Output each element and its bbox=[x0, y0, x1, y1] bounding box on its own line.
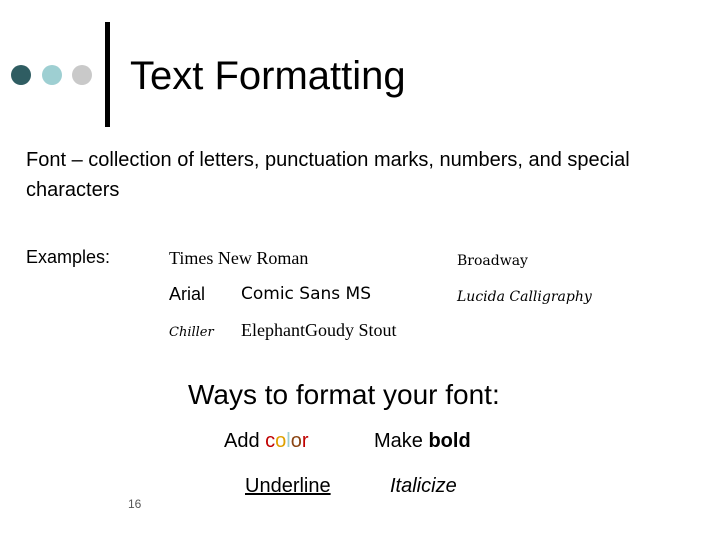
add-color-item: Add color bbox=[224, 428, 309, 454]
examples-label: Examples: bbox=[26, 247, 111, 267]
color-letter-1: c bbox=[265, 430, 276, 452]
example-goudy-stout: Goudy Stout bbox=[304, 320, 397, 340]
example-elephant: Elephant bbox=[241, 320, 305, 340]
example-elephant-goudy: ElephantGoudy Stout bbox=[241, 318, 397, 342]
add-prefix: Add bbox=[224, 430, 266, 452]
bullet-dot-gray bbox=[72, 65, 92, 85]
color-letter-5: r bbox=[301, 430, 309, 452]
title-divider bbox=[105, 22, 110, 127]
font-definition: Font – collection of letters, punctuatio… bbox=[26, 149, 630, 201]
make-bold-item: Make bold bbox=[374, 428, 471, 454]
example-chiller: Chiller bbox=[169, 325, 214, 340]
make-prefix: Make bbox=[374, 430, 429, 452]
example-comic-sans: Comic Sans MS bbox=[241, 284, 372, 304]
bullet-dot-light bbox=[42, 65, 62, 85]
color-letter-2: o bbox=[275, 430, 287, 452]
example-times-new-roman: Times New Roman bbox=[169, 248, 309, 268]
slide-title: Text Formatting bbox=[130, 54, 406, 98]
bullet-dot-dark bbox=[11, 65, 31, 85]
color-letter-4: o bbox=[290, 430, 302, 452]
example-lucida-calligraphy: Lucida Calligraphy bbox=[457, 289, 592, 305]
bold-word: bold bbox=[428, 430, 471, 452]
italicize-item: Italicize bbox=[390, 475, 457, 497]
example-arial: Arial bbox=[169, 284, 206, 304]
ways-heading: Ways to format your font: bbox=[188, 379, 500, 410]
page-number: 16 bbox=[128, 497, 142, 511]
underline-item: Underline bbox=[245, 475, 331, 497]
example-broadway: Broadway bbox=[457, 253, 528, 269]
